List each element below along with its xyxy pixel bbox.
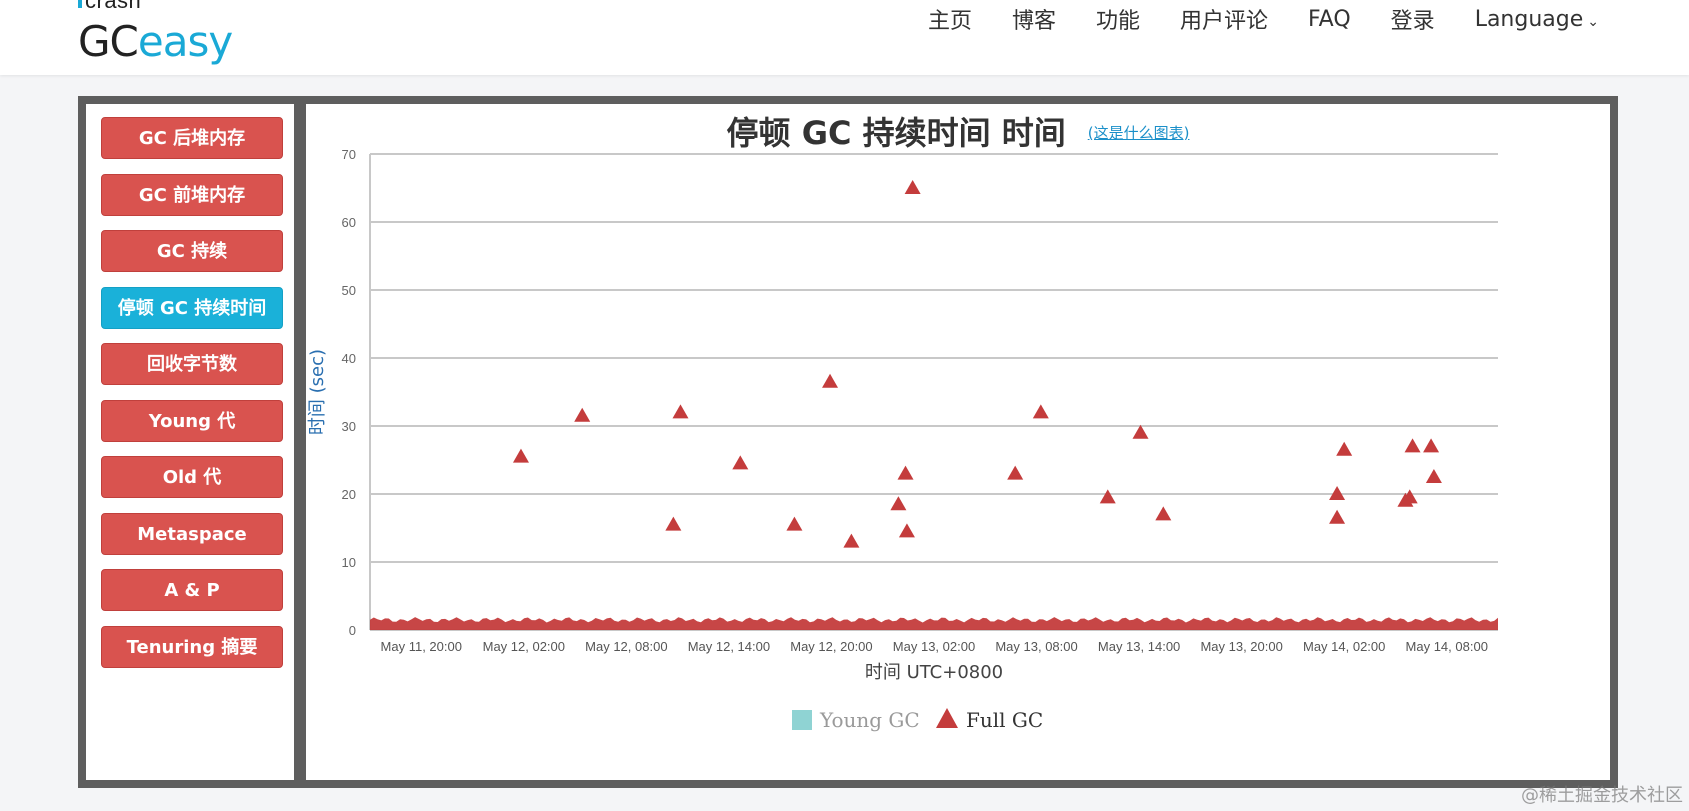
- logo-crash-text: crash: [85, 0, 142, 13]
- full-gc-point: [904, 180, 921, 194]
- full-gc-point: [512, 448, 529, 463]
- full-gc-point: [786, 516, 803, 531]
- full-gc-point: [843, 533, 860, 548]
- report-frame: GC 后堆内存 GC 前堆内存 GC 持续 停顿 GC 持续时间 回收字节数 Y…: [78, 96, 1618, 788]
- full-gc-point: [1404, 438, 1421, 453]
- chart-panel: 0 10 20 30 40 50 60 70 May 11, 20:00 May 12, 02:0…: [306, 104, 1610, 780]
- y-tick-label: 40: [342, 351, 356, 366]
- x-tick-label: May 13, 02:00: [893, 639, 975, 654]
- y-tick-label: 0: [349, 623, 356, 638]
- legend-young-gc-label: Young GC: [819, 708, 920, 732]
- language-dropdown[interactable]: Language ⌄: [1475, 7, 1599, 32]
- logo-easy-text: easy: [137, 17, 233, 66]
- full-gc-point: [574, 407, 591, 422]
- sidebar-item-reclaimed-bytes[interactable]: 回收字节数: [101, 343, 283, 385]
- x-axis-label: 时间 UTC+0800: [865, 662, 1003, 683]
- chart-title: 停顿 GC 持续时间 时间: [726, 114, 1066, 152]
- gceasy-logo[interactable]: GCeasy: [78, 17, 233, 66]
- full-gc-point: [1099, 489, 1116, 504]
- y-tick-label: 10: [342, 555, 356, 570]
- full-gc-point: [732, 455, 749, 470]
- nav-features[interactable]: 功能: [1096, 3, 1140, 35]
- chart-title-row: 停顿 GC 持续时间 时间 (这是什么图表): [306, 108, 1610, 154]
- x-tick-label: May 12, 02:00: [483, 639, 565, 654]
- full-gc-point: [1336, 441, 1353, 456]
- x-tick-label: May 13, 14:00: [1098, 639, 1180, 654]
- chart-help-link[interactable]: (这是什么图表): [1088, 124, 1190, 142]
- full-gc-point: [1329, 509, 1346, 524]
- x-tick-label: May 14, 02:00: [1303, 639, 1385, 654]
- nav-home[interactable]: 主页: [928, 3, 972, 35]
- legend-full-gc-label: Full GC: [966, 708, 1043, 732]
- chart-sidebar: GC 后堆内存 GC 前堆内存 GC 持续 停顿 GC 持续时间 回收字节数 Y…: [86, 104, 294, 780]
- nav-login[interactable]: 登录: [1391, 3, 1435, 35]
- full-gc-point: [1032, 404, 1049, 419]
- pause-gc-duration-chart: 010203040506070May 11, 20:00 May 12, 02:0…: [307, 147, 1498, 732]
- sidebar-item-a-and-p[interactable]: A & P: [101, 569, 283, 611]
- x-tick-label: May 12, 08:00: [585, 639, 667, 654]
- y-tick-label: 60: [342, 215, 356, 230]
- language-label: Language: [1474, 6, 1584, 32]
- legend-full-gc-swatch: [936, 708, 958, 728]
- full-gc-point: [665, 516, 682, 531]
- x-tick-label: May 13, 20:00: [1200, 639, 1282, 654]
- x-tick-label: May 12, 14:00: [688, 639, 770, 654]
- young-gc-area: [370, 617, 1498, 630]
- full-gc-point: [1155, 506, 1172, 521]
- sidebar-item-old-gen[interactable]: Old 代: [101, 456, 283, 498]
- x-tick-label: May 11, 20:00: [381, 639, 462, 654]
- sidebar-item-pause-gc-duration[interactable]: 停顿 GC 持续时间: [101, 287, 283, 329]
- y-axis-label: 时间 (sec): [307, 349, 328, 435]
- y-tick-label: 30: [342, 419, 356, 434]
- full-gc-point: [1423, 438, 1440, 453]
- logo-crash[interactable]: crash: [78, 0, 141, 14]
- x-tick-label: May 14, 08:00: [1406, 639, 1488, 654]
- full-gc-point: [1425, 469, 1442, 483]
- sidebar-item-tenuring-summary[interactable]: Tenuring 摘要: [101, 626, 283, 668]
- y-tick-label: 20: [342, 487, 356, 502]
- full-gc-point: [890, 496, 907, 511]
- full-gc-point: [897, 465, 914, 480]
- x-tick-label: May 13, 08:00: [995, 639, 1077, 654]
- sidebar-item-young-gen[interactable]: Young 代: [101, 400, 283, 442]
- sidebar-item-metaspace[interactable]: Metaspace: [101, 513, 283, 555]
- full-gc-point: [898, 523, 915, 538]
- x-tick-label: May 12, 20:00: [790, 639, 872, 654]
- chevron-down-icon: ⌄: [1587, 13, 1599, 30]
- logo-bar-icon: [78, 0, 82, 8]
- nav-blog[interactable]: 博客: [1012, 3, 1056, 35]
- nav-faq[interactable]: FAQ: [1308, 7, 1351, 32]
- y-tick-label: 50: [342, 283, 356, 298]
- full-gc-point: [822, 373, 839, 388]
- legend-young-gc-swatch: [792, 710, 812, 730]
- watermark: @稀土掘金技术社区: [1521, 785, 1683, 806]
- nav-reviews[interactable]: 用户评论: [1180, 3, 1268, 35]
- logo-gc-text: GC: [78, 17, 139, 66]
- full-gc-point: [1007, 465, 1024, 480]
- main-nav: 主页 博客 功能 用户评论 FAQ 登录 Language ⌄: [888, 0, 1599, 38]
- sidebar-item-heap-after-gc[interactable]: GC 后堆内存: [101, 117, 283, 159]
- full-gc-point: [672, 404, 689, 419]
- top-header: crash GCeasy 主页 博客 功能 用户评论 FAQ 登录 Langua…: [0, 0, 1689, 75]
- sidebar-item-gc-duration[interactable]: GC 持续: [101, 230, 283, 272]
- sidebar-item-heap-before-gc[interactable]: GC 前堆内存: [101, 174, 283, 216]
